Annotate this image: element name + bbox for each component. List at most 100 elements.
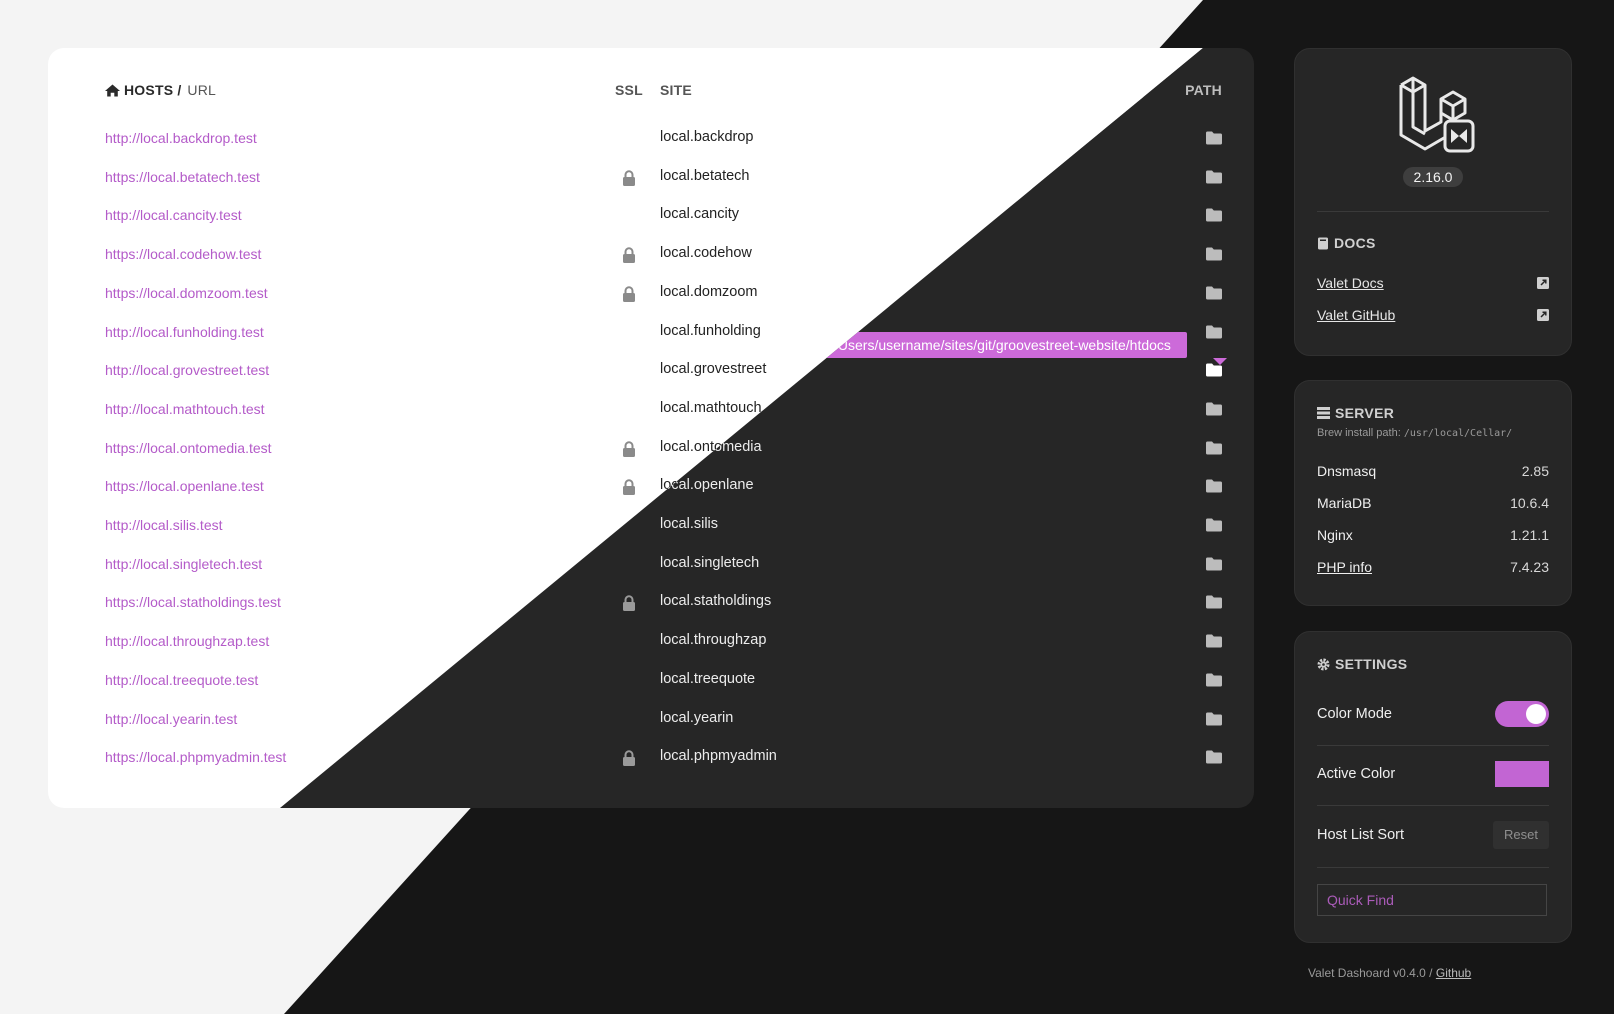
valet-github-link[interactable]: Valet GitHub bbox=[1317, 307, 1395, 323]
host-url-link[interactable]: https://local.phpmyadmin.test bbox=[105, 749, 286, 765]
folder-icon[interactable] bbox=[1206, 518, 1222, 532]
server-item-version: 7.4.23 bbox=[1510, 559, 1549, 575]
host-url-link[interactable]: https://local.statholdings.test bbox=[105, 594, 281, 610]
host-sort-row: Host List Sort Reset bbox=[1317, 815, 1549, 855]
server-icon bbox=[1317, 407, 1330, 419]
server-item-name: Dnsmasq bbox=[1317, 463, 1377, 479]
host-url-link[interactable]: https://local.openlane.test bbox=[105, 478, 264, 494]
host-site-name: local.treequote bbox=[660, 670, 756, 687]
host-url-link[interactable]: http://local.silis.test bbox=[105, 517, 223, 533]
server-item-name: Nginx bbox=[1317, 527, 1353, 543]
folder-icon[interactable] bbox=[1206, 131, 1222, 145]
url-header-label: URL bbox=[187, 82, 217, 98]
host-sort-label: Host List Sort bbox=[1317, 827, 1405, 843]
host-url-link[interactable]: https://local.betatech.test bbox=[105, 169, 260, 185]
settings-section-title: SETTINGS bbox=[1317, 656, 1407, 672]
folder-icon[interactable] bbox=[1206, 634, 1222, 648]
folder-icon[interactable] bbox=[1206, 363, 1222, 377]
footer: Valet Dashoard v0.4.0 / Github bbox=[1308, 966, 1471, 980]
host-url-link[interactable]: http://local.mathtouch.test bbox=[105, 401, 265, 417]
docs-title-text: DOCS bbox=[1334, 235, 1376, 251]
host-site-name: local.throughzap bbox=[660, 632, 767, 649]
host-site-name: local.mathtouch bbox=[660, 399, 762, 416]
host-site-name: local.grovestreet bbox=[660, 361, 767, 378]
host-url-link[interactable]: https://local.ontomedia.test bbox=[105, 440, 272, 456]
php-info-link[interactable]: PHP info bbox=[1317, 559, 1372, 575]
host-url-link[interactable]: http://local.grovestreet.test bbox=[105, 362, 269, 378]
folder-icon[interactable] bbox=[1206, 595, 1222, 609]
folder-icon[interactable] bbox=[1206, 479, 1222, 493]
brand-card: 2.16.0 DOCS Valet Docs Valet GitHub bbox=[1294, 48, 1572, 356]
gear-icon bbox=[1317, 658, 1330, 670]
hosts-header: HOSTS / URL bbox=[105, 82, 216, 98]
server-card: SERVER Brew install path: /usr/local/Cel… bbox=[1294, 380, 1572, 606]
host-url-link[interactable]: http://local.throughzap.test bbox=[105, 633, 269, 649]
server-item-nginx: Nginx 1.21.1 bbox=[1317, 527, 1549, 547]
host-url-link[interactable]: http://local.yearin.test bbox=[105, 711, 237, 727]
footer-github-link[interactable]: Github bbox=[1436, 966, 1471, 980]
folder-icon[interactable] bbox=[1206, 750, 1222, 764]
brew-label: Brew install path: bbox=[1317, 427, 1401, 439]
server-title-text: SERVER bbox=[1335, 405, 1395, 421]
toggle-knob bbox=[1526, 704, 1546, 724]
host-url-link[interactable]: http://local.treequote.test bbox=[105, 672, 258, 688]
host-url-link[interactable]: http://local.singletech.test bbox=[105, 556, 262, 572]
folder-icon[interactable] bbox=[1206, 325, 1222, 339]
path-tooltip: /Users/username/sites/git/groovestreet-w… bbox=[818, 332, 1227, 365]
host-site-name: local.funholding bbox=[660, 322, 761, 339]
host-url-link[interactable]: http://local.cancity.test bbox=[105, 207, 242, 223]
host-site-name: local.codehow bbox=[660, 245, 752, 262]
footer-text: Valet Dashoard v0.4.0 / bbox=[1308, 966, 1433, 980]
lock-icon bbox=[622, 595, 636, 612]
host-site-name: local.backdrop bbox=[660, 129, 754, 145]
lock-icon bbox=[622, 440, 636, 457]
reset-sort-button[interactable]: Reset bbox=[1493, 821, 1549, 849]
brew-path: /usr/local/Cellar/ bbox=[1403, 428, 1513, 439]
color-mode-toggle[interactable] bbox=[1495, 701, 1549, 727]
host-site-name: local.cancity bbox=[660, 206, 739, 223]
host-site-name: local.statholdings bbox=[660, 593, 772, 610]
host-url-link[interactable]: http://local.backdrop.test bbox=[105, 130, 257, 146]
server-item-version: 2.85 bbox=[1521, 463, 1549, 479]
version-badge: 2.16.0 bbox=[1403, 167, 1463, 187]
folder-icon[interactable] bbox=[1206, 286, 1222, 300]
server-item-version: 10.6.4 bbox=[1510, 495, 1549, 511]
host-site-name: local.phpmyadmin bbox=[660, 748, 777, 765]
folder-icon[interactable] bbox=[1206, 712, 1222, 726]
settings-card: SETTINGS Color Mode Active Color Host Li… bbox=[1294, 631, 1572, 943]
host-site-name: local.silis bbox=[660, 516, 719, 532]
valet-docs-link[interactable]: Valet Docs bbox=[1317, 275, 1384, 291]
folder-icon[interactable] bbox=[1206, 208, 1222, 222]
path-header: PATH bbox=[1185, 82, 1222, 98]
host-url-link[interactable]: https://local.codehow.test bbox=[105, 246, 261, 262]
external-link-icon[interactable] bbox=[1537, 277, 1549, 289]
host-row: http://local.backdrop.test local.backdrop bbox=[48, 120, 1203, 158]
divider bbox=[1317, 211, 1549, 212]
external-link-icon[interactable] bbox=[1537, 309, 1549, 321]
folder-icon[interactable] bbox=[1206, 557, 1222, 571]
folder-icon[interactable] bbox=[1206, 441, 1222, 455]
server-item-mariadb: MariaDB 10.6.4 bbox=[1317, 495, 1549, 515]
host-url-link[interactable]: https://local.domzoom.test bbox=[105, 285, 268, 301]
active-color-swatch[interactable] bbox=[1495, 761, 1549, 787]
host-site-name: local.domzoom bbox=[660, 283, 758, 300]
active-color-row: Active Color bbox=[1317, 754, 1549, 794]
divider bbox=[1317, 867, 1549, 868]
book-icon bbox=[1318, 237, 1328, 249]
folder-icon[interactable] bbox=[1206, 247, 1222, 261]
server-item-php: PHP info 7.4.23 bbox=[1317, 559, 1549, 579]
ssl-header: SSL bbox=[615, 82, 643, 98]
folder-icon[interactable] bbox=[1206, 673, 1222, 687]
server-section-title: SERVER bbox=[1317, 405, 1394, 421]
folder-icon[interactable] bbox=[1206, 170, 1222, 184]
quick-find-input[interactable] bbox=[1317, 884, 1547, 916]
folder-icon[interactable] bbox=[1206, 402, 1222, 416]
site-header: SITE bbox=[660, 82, 692, 98]
brew-install-path: Brew install path: /usr/local/Cellar/ bbox=[1317, 427, 1512, 439]
settings-title-text: SETTINGS bbox=[1335, 656, 1408, 672]
home-icon bbox=[105, 84, 120, 96]
host-url-link[interactable]: http://local.funholding.test bbox=[105, 324, 264, 340]
color-mode-label: Color Mode bbox=[1317, 706, 1392, 722]
server-item-version: 1.21.1 bbox=[1510, 527, 1549, 543]
lock-icon bbox=[622, 170, 636, 186]
